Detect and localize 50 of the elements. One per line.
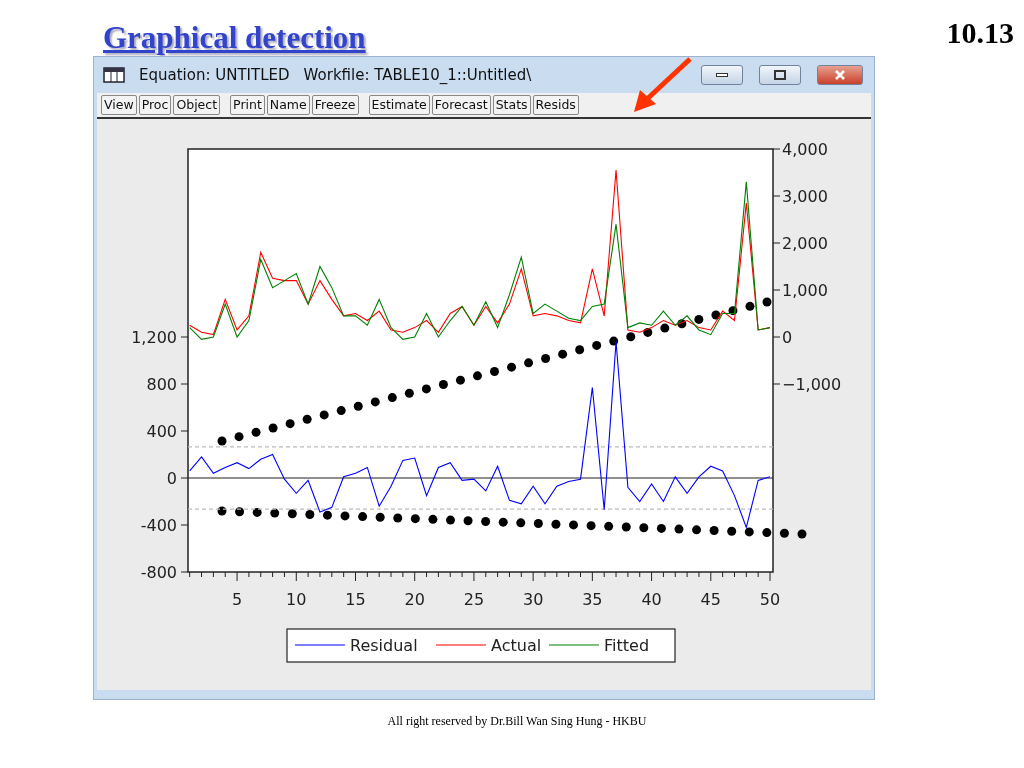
legend-line-icon [548, 644, 600, 646]
footer-text: All right reserved by Dr.Bill Wan Sing Hung - HKBU [386, 714, 647, 729]
legend-line-icon [435, 644, 487, 646]
toolbar-button[interactable]: Name [266, 95, 310, 115]
axis-label: 35 [582, 590, 603, 609]
axis-label: 45 [700, 590, 721, 609]
maximize-button[interactable] [759, 65, 801, 85]
toolbar-button[interactable]: Freeze [311, 95, 359, 115]
toolbar-button[interactable]: Resids [532, 95, 579, 115]
toolbar-button[interactable]: Print [230, 95, 265, 115]
toolbar-button[interactable]: View [101, 95, 137, 115]
axis-label: 1,000 [782, 281, 828, 300]
slide-number: 10.13 [946, 16, 1014, 50]
window-title: Equation: UNTITLED [139, 66, 290, 84]
maximize-icon [774, 70, 786, 80]
axis-label: -400 [140, 516, 177, 535]
axis-label: 20 [404, 590, 425, 609]
axis-label: 2,000 [782, 234, 828, 253]
toolbar-button[interactable]: Proc [138, 95, 172, 115]
legend-line-icon [294, 644, 346, 646]
toolbar-button[interactable]: Estimate [368, 95, 430, 115]
close-icon [834, 70, 846, 80]
axis-label: 5 [232, 590, 243, 609]
axis-label: 800 [146, 375, 177, 394]
toolbar-button[interactable]: Stats [492, 95, 531, 115]
axis-label: -800 [140, 563, 177, 582]
axis-label: 3,000 [782, 187, 828, 206]
close-button[interactable] [817, 65, 863, 85]
axis-label: 4,000 [782, 140, 828, 159]
axis-label: 40 [641, 590, 662, 609]
toolbar-button[interactable]: Object [173, 95, 221, 115]
axis-label: 25 [463, 590, 485, 609]
axis-label: 50 [759, 590, 781, 609]
axis-label: 0 [782, 328, 793, 347]
legend-label: Fitted [604, 636, 650, 655]
minimize-button[interactable] [701, 65, 743, 85]
window-icon [103, 67, 125, 83]
axis-label: −1,000 [782, 375, 842, 394]
axis-label: 0 [166, 469, 177, 488]
legend-label: Actual [491, 636, 542, 655]
axis-label: 10 [286, 590, 307, 609]
minimize-icon [716, 73, 728, 77]
legend-label: Residual [350, 636, 418, 655]
axis-label: 15 [345, 590, 366, 609]
axis-label: 1,200 [131, 328, 177, 347]
axis-label: 30 [522, 590, 544, 609]
toolbar-button[interactable]: Forecast [431, 95, 491, 115]
slide-title: Graphical detection [103, 20, 366, 56]
window-subtitle: Workfile: TABLE10_1::Untitled\ [303, 66, 532, 84]
axis-label: 400 [146, 422, 177, 441]
